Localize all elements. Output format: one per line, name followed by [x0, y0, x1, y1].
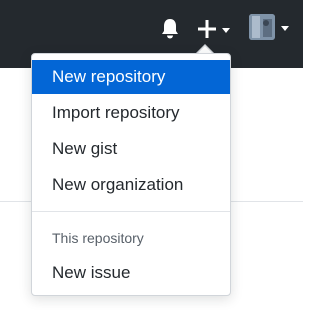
menu-item-new-organization[interactable]: New organization: [32, 168, 230, 202]
create-new-button[interactable]: [196, 16, 234, 42]
avatar: [249, 14, 275, 40]
bell-icon[interactable]: [160, 18, 180, 40]
menu-item-import-repository[interactable]: Import repository: [32, 96, 230, 130]
chevron-down-icon: [281, 26, 289, 31]
chevron-down-icon: [222, 28, 230, 33]
profile-menu-button[interactable]: [249, 14, 295, 42]
plus-icon: [196, 18, 218, 40]
menu-item-new-issue[interactable]: New issue: [32, 256, 230, 290]
menu-item-new-gist[interactable]: New gist: [32, 132, 230, 166]
create-new-dropdown-menu: New repository Import repository New gis…: [31, 53, 231, 296]
menu-section-header: This repository: [52, 230, 144, 246]
menu-item-new-repository[interactable]: New repository: [32, 60, 230, 94]
menu-divider: [32, 211, 230, 212]
